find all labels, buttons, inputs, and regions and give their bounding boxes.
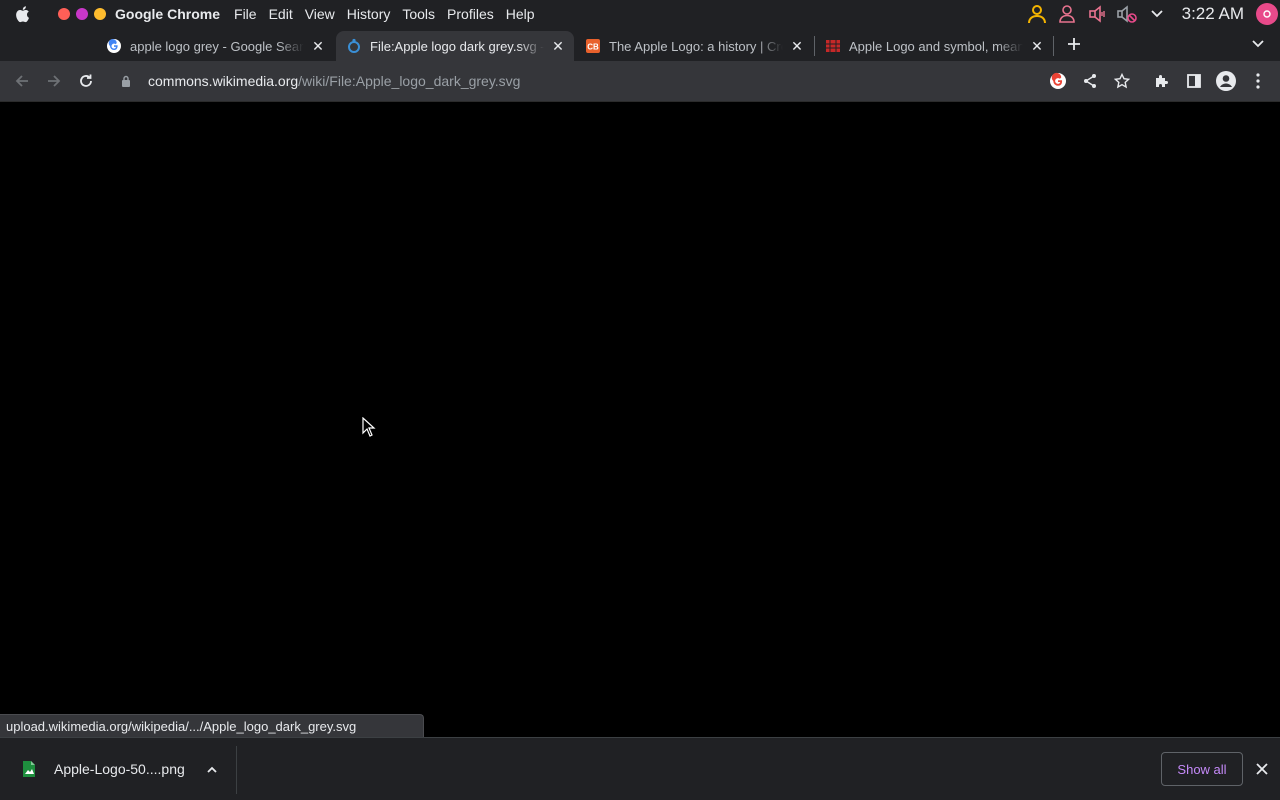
address-bar[interactable]: commons.wikimedia.org/wiki/File:Apple_lo… <box>110 66 1110 96</box>
image-file-icon <box>22 760 36 778</box>
bookmark-star-icon[interactable] <box>1106 65 1138 97</box>
tab-title: The Apple Logo: a history | Creative Blo… <box>609 38 783 54</box>
tab-separator <box>1053 36 1054 56</box>
download-item[interactable]: Apple-Logo-50....png <box>16 752 236 786</box>
page-content[interactable] <box>0 101 1280 737</box>
tab-title: File:Apple logo dark grey.svg - Wikimedi… <box>370 38 544 54</box>
url-path: /wiki/File:Apple_logo_dark_grey.svg <box>298 73 521 89</box>
tab-strip: apple logo grey - Google Search ✕ File:A… <box>0 27 1280 61</box>
google-icon <box>106 38 122 54</box>
menu-history[interactable]: History <box>347 6 403 22</box>
side-panel-icon[interactable] <box>1178 65 1210 97</box>
svg-text:CB: CB <box>587 43 599 52</box>
logo-site-icon <box>825 38 841 54</box>
menu-file[interactable]: File <box>234 6 269 22</box>
new-tab-button[interactable] <box>1062 32 1086 56</box>
share-icon[interactable] <box>1074 65 1106 97</box>
show-all-downloads-button[interactable]: Show all <box>1161 752 1243 786</box>
tab-title: apple logo grey - Google Search <box>130 38 304 54</box>
url-host: commons.wikimedia.org <box>148 73 299 89</box>
minimize-window-button[interactable] <box>76 7 88 20</box>
tab-creative-bloq[interactable]: CB The Apple Logo: a history | Creative … <box>575 31 813 61</box>
tab-apple-logo-symbol[interactable]: Apple Logo and symbol, meaning, history … <box>815 31 1053 61</box>
extensions-icon[interactable] <box>1146 65 1178 97</box>
user-account-icon[interactable] <box>1026 3 1048 25</box>
google-lens-icon[interactable] <box>1042 65 1074 97</box>
clock[interactable]: 3:22 AM <box>1182 4 1244 24</box>
download-divider <box>236 746 237 794</box>
tab-wikimedia-file[interactable]: File:Apple logo dark grey.svg - Wikimedi… <box>336 31 574 61</box>
tab-title: Apple Logo and symbol, meaning, history <box>849 38 1023 54</box>
close-download-shelf-icon[interactable] <box>1252 759 1272 779</box>
menu-tools[interactable]: Tools <box>402 6 447 22</box>
link-status-bubble: upload.wikimedia.org/wikipedia/.../Apple… <box>0 714 424 737</box>
system-menubar: Google Chrome File Edit View History Too… <box>0 0 1280 27</box>
download-shelf: Apple-Logo-50....png Show all <box>0 737 1280 800</box>
lock-icon[interactable] <box>118 73 134 89</box>
close-tab-icon[interactable]: ✕ <box>310 38 326 54</box>
browser-toolbar: commons.wikimedia.org/wiki/File:Apple_lo… <box>0 61 1280 101</box>
chevron-down-icon[interactable] <box>1146 3 1168 25</box>
zoom-window-button[interactable] <box>94 7 106 20</box>
microphone-icon[interactable] <box>1086 3 1108 25</box>
download-filename: Apple-Logo-50....png <box>54 761 185 777</box>
volume-muted-icon[interactable] <box>1116 3 1138 25</box>
reload-button[interactable] <box>72 67 100 95</box>
close-tab-icon[interactable]: ✕ <box>1029 38 1045 54</box>
close-tab-icon[interactable]: ✕ <box>550 38 566 54</box>
person-icon[interactable] <box>1056 3 1078 25</box>
back-button[interactable] <box>8 67 36 95</box>
close-window-button[interactable] <box>58 7 70 20</box>
forward-button[interactable] <box>40 67 68 95</box>
more-menu-icon[interactable] <box>1242 65 1274 97</box>
tab-search-button[interactable] <box>1247 32 1269 56</box>
apple-menu-icon[interactable] <box>11 3 33 25</box>
menu-view[interactable]: View <box>305 6 347 22</box>
wikimedia-icon <box>346 38 362 54</box>
window-controls <box>58 7 106 20</box>
toolbar-actions <box>1042 61 1280 101</box>
avatar[interactable] <box>1256 2 1278 25</box>
tab-google-search[interactable]: apple logo grey - Google Search ✕ <box>96 31 334 61</box>
mouse-cursor-icon <box>362 416 376 437</box>
app-menu: Google Chrome File Edit View History Too… <box>115 6 547 22</box>
profile-avatar-icon[interactable] <box>1210 65 1242 97</box>
menu-help[interactable]: Help <box>506 6 547 22</box>
menu-profiles[interactable]: Profiles <box>447 6 506 22</box>
close-tab-icon[interactable]: ✕ <box>789 38 805 54</box>
status-url: upload.wikimedia.org/wikipedia/.../Apple… <box>6 718 357 734</box>
chevron-up-icon[interactable] <box>203 760 221 778</box>
menu-edit[interactable]: Edit <box>269 6 305 22</box>
menu-app-name[interactable]: Google Chrome <box>115 6 232 22</box>
system-tray: 3:22 AM <box>1026 0 1280 27</box>
creative-bloq-icon: CB <box>585 38 601 54</box>
